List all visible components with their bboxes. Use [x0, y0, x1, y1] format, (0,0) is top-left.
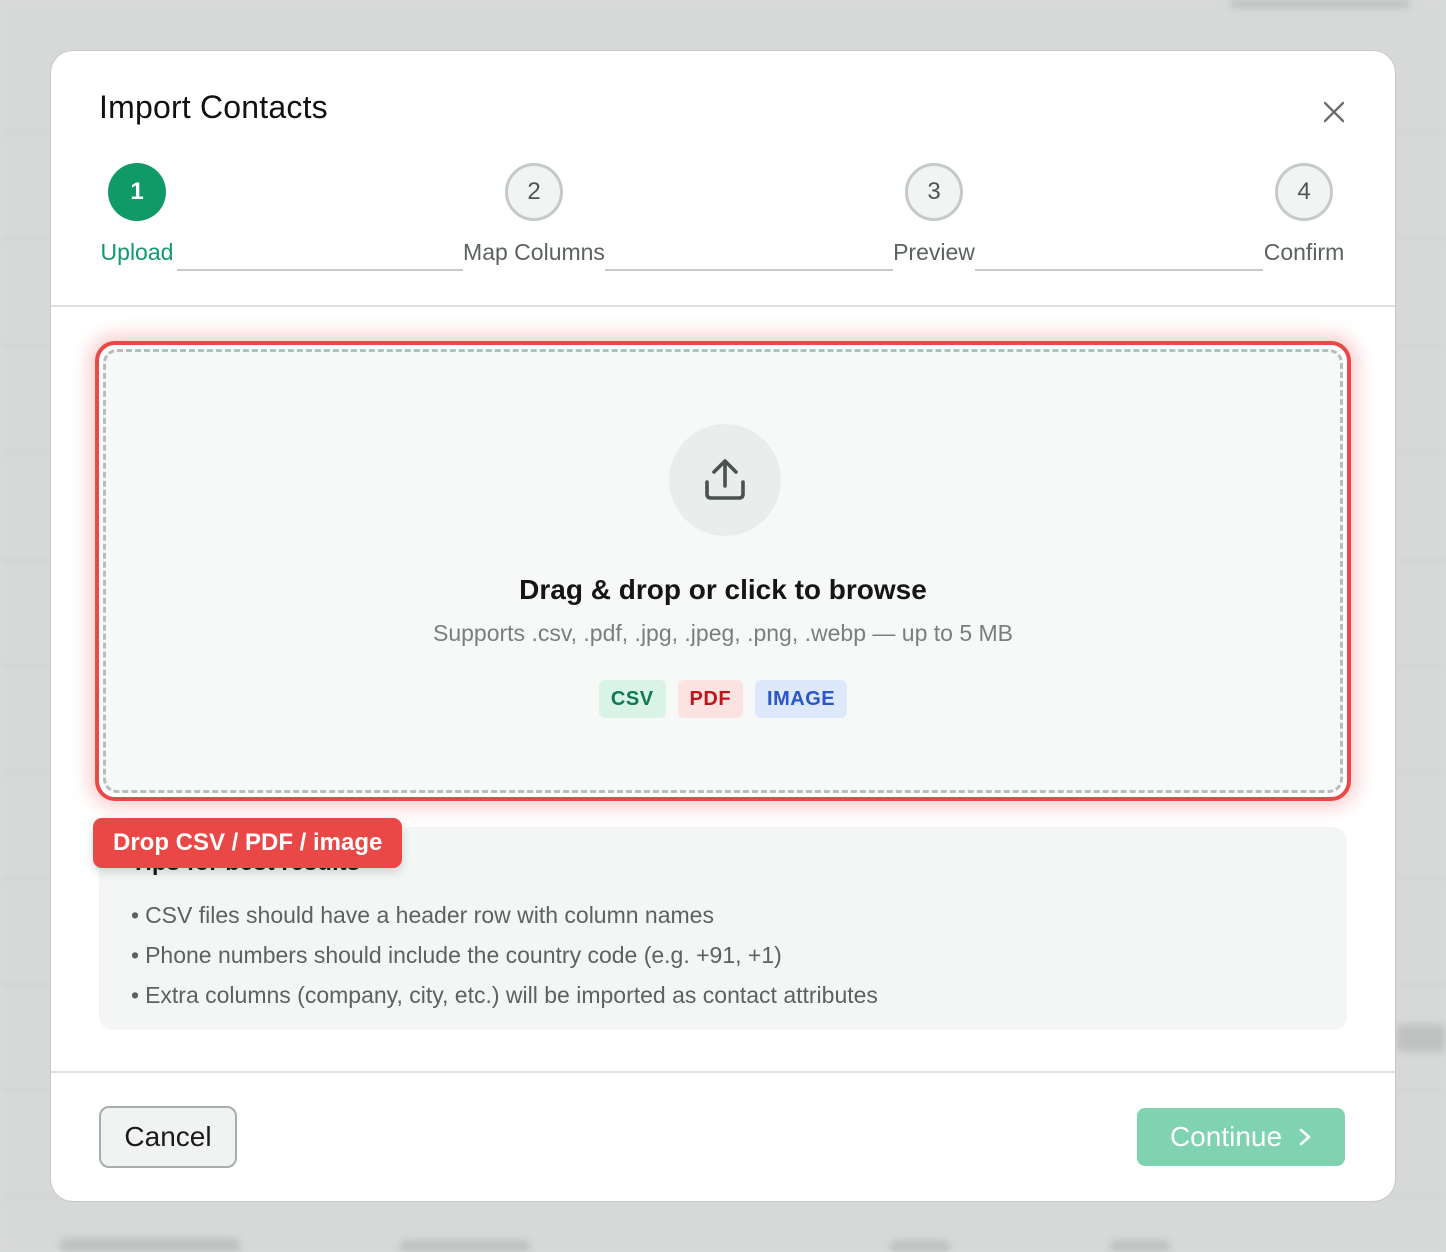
cancel-button[interactable]: Cancel: [99, 1106, 237, 1168]
step-label: Map Columns: [463, 239, 605, 265]
step-label: Preview: [893, 239, 975, 265]
import-stepper: 1 Upload 2 Map Columns 3 Preview 4 Confi…: [51, 163, 1395, 283]
drop-target-annotation: Drop CSV / PDF / image: [93, 818, 403, 868]
dropzone-title: Drag & drop or click to browse: [519, 574, 927, 605]
close-icon: [1323, 101, 1345, 123]
close-button[interactable]: [1317, 95, 1351, 129]
step-preview: 3 Preview: [854, 163, 1014, 266]
upload-icon: [705, 459, 745, 500]
step-connector: [605, 269, 893, 271]
tip-item: Phone numbers should include the country…: [131, 935, 878, 975]
step-label: Upload: [100, 239, 174, 265]
file-type-badges: CSV PDF IMAGE: [106, 680, 1340, 718]
badge-image: IMAGE: [755, 680, 848, 718]
step-number: 4: [1275, 163, 1333, 221]
file-dropzone[interactable]: Drag & drop or click to browse Supports …: [103, 349, 1343, 793]
step-connector: [975, 269, 1263, 271]
tip-item: Extra columns (company, city, etc.) will…: [131, 975, 878, 1015]
modal-title: Import Contacts: [99, 89, 328, 125]
continue-button[interactable]: Continue: [1137, 1108, 1345, 1166]
continue-label: Continue: [1169, 1121, 1283, 1152]
step-confirm: 4 Confirm: [1224, 163, 1384, 266]
tip-item: CSV files should have a header row with …: [131, 895, 878, 935]
step-upload: 1 Upload: [57, 163, 217, 266]
footer-divider: [51, 1071, 1395, 1073]
tips-list: CSV files should have a header row with …: [131, 895, 878, 1015]
header-divider: [51, 305, 1395, 307]
chevron-right-icon: [1299, 1128, 1311, 1146]
step-number: 2: [505, 163, 563, 221]
step-connector: [177, 269, 463, 271]
badge-csv: CSV: [598, 680, 666, 718]
step-number: 1: [108, 163, 166, 221]
upload-icon-wrapper: [669, 424, 781, 536]
step-label: Confirm: [1263, 239, 1345, 265]
import-contacts-modal: Import Contacts 1 Upload 2 Map Columns 3…: [51, 51, 1395, 1201]
step-number: 3: [905, 163, 963, 221]
dropzone-subtitle: Supports .csv, .pdf, .jpg, .jpeg, .png, …: [433, 620, 1013, 646]
step-map-columns: 2 Map Columns: [454, 163, 614, 266]
badge-pdf: PDF: [677, 680, 744, 718]
